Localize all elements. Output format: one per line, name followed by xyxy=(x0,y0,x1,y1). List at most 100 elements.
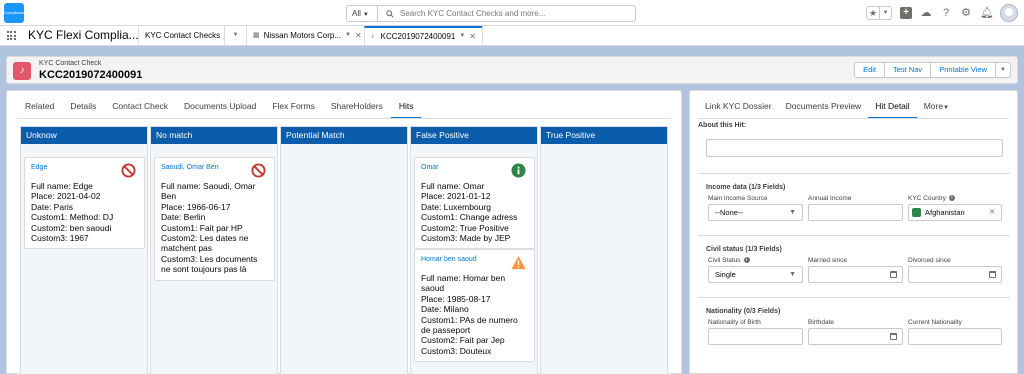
search-icon xyxy=(386,9,394,18)
app-logo[interactable]: Compliance xyxy=(4,3,25,23)
tab-contact-check[interactable]: Contact Check xyxy=(104,98,176,119)
married-since-date[interactable] xyxy=(808,266,903,283)
more-actions-button[interactable]: ▼ xyxy=(995,62,1011,78)
hit-field: Date: Milano xyxy=(421,304,469,315)
column-header: Unknow xyxy=(21,127,147,144)
record-header: ♪ KYC Contact Check KCC2019072400091 Edi… xyxy=(6,56,1018,84)
chevron-down-icon[interactable]: ▼ xyxy=(345,26,351,45)
hit-card[interactable]: Omar Full name: Omar Place: 2021-01-12 D… xyxy=(414,157,535,250)
record-object-label: KYC Contact Check xyxy=(39,60,102,67)
close-icon[interactable]: ✕ xyxy=(355,26,362,45)
hit-name-link[interactable]: Edge xyxy=(31,163,119,172)
building-icon: ▦ xyxy=(253,32,260,39)
favorites-button[interactable]: ★ ▼ xyxy=(866,6,892,20)
divorced-since-date[interactable] xyxy=(908,266,1002,283)
gear-icon[interactable]: ⚙ xyxy=(960,7,972,19)
nav-menu-dropdown[interactable]: ▼ xyxy=(224,26,246,45)
kyc-country-lookup[interactable]: Afghanistan ✕ xyxy=(908,204,1002,221)
section-civil-status: Civil status (1/3 Fields) Civil Status i … xyxy=(698,235,1010,293)
search-input[interactable] xyxy=(400,9,620,18)
hit-field: Place: 2021-01-12 xyxy=(421,191,491,202)
hit-field: Custom2: Les dates ne xyxy=(161,233,249,244)
main-panel: Related Details Contact Check Documents … xyxy=(6,90,682,374)
global-actions-plus-icon[interactable]: + xyxy=(900,7,912,19)
main-income-source-select[interactable]: --None-- ▼ xyxy=(708,204,803,221)
tab-label: KYC Contact Checks xyxy=(145,31,221,40)
tab-label: KCC2019072400091 xyxy=(380,32,456,41)
hit-name-link[interactable]: Omar xyxy=(421,163,509,172)
test-nav-button[interactable]: Test Nav xyxy=(884,62,932,78)
info-icon[interactable]: i xyxy=(743,257,750,264)
tab-more[interactable]: More▼ xyxy=(917,98,956,119)
kanban-column-no-match: No match Saoudi, Omar Ben Full name: Sao… xyxy=(150,126,278,374)
tab-divider xyxy=(17,118,671,119)
global-header: Compliance All▼ ★▼ + ☁ ? ⚙ 🔔︎ xyxy=(0,0,1024,26)
nationality-of-birth-field[interactable] xyxy=(708,328,803,345)
birthdate-date[interactable] xyxy=(808,328,903,345)
hit-card[interactable]: Homar ben saoud Full name: Homar ben sao… xyxy=(414,249,535,363)
kyc-country-label: KYC Country i xyxy=(908,195,955,202)
hit-field: Full name: Homar ben xyxy=(421,273,506,283)
hit-card[interactable]: Edge Full name: Edge Place: 2021-04-02 D… xyxy=(24,157,145,250)
calendar-icon[interactable] xyxy=(890,333,897,340)
close-icon[interactable]: ✕ xyxy=(469,28,476,45)
about-hit-textarea[interactable] xyxy=(706,139,1003,157)
tab-related[interactable]: Related xyxy=(17,98,62,119)
app-launcher[interactable] xyxy=(0,26,22,45)
hit-name-link[interactable]: Homar ben saoud xyxy=(421,255,509,264)
hit-card[interactable]: Saoudi, Omar Ben Full name: Saoudi, Omar… xyxy=(154,157,275,281)
bell-icon[interactable]: 🔔︎ xyxy=(980,7,994,19)
annual-income-field[interactable] xyxy=(808,204,903,221)
civil-status-label-text: Civil Status xyxy=(708,257,741,264)
tab-more-label: More xyxy=(923,101,944,111)
section-title: Nationality (0/3 Fields) xyxy=(706,308,781,315)
tab-kcc2019072400091[interactable]: ♪ KCC2019072400091 ▼ ✕ xyxy=(364,26,482,45)
column-header: True Positive xyxy=(541,127,667,144)
info-icon[interactable]: i xyxy=(948,195,955,202)
hit-field: Place: 2021-04-02 xyxy=(31,191,101,202)
nav-tab-kyc-contact-checks[interactable]: KYC Contact Checks xyxy=(138,26,224,45)
hit-field: Custom1: Method: DJ xyxy=(31,212,114,223)
tab-shareholders[interactable]: ShareHolders xyxy=(323,98,391,119)
chevron-down-icon[interactable]: ▼ xyxy=(459,28,465,45)
hit-field: Custom2: ben saoudi xyxy=(31,222,112,233)
clear-icon[interactable]: ✕ xyxy=(989,205,995,220)
trailhead-cloud-icon[interactable]: ☁ xyxy=(920,7,932,19)
civil-status-select[interactable]: Single ▼ xyxy=(708,266,803,283)
printable-view-button[interactable]: Printable View xyxy=(930,62,996,78)
about-hit-label: About this Hit: xyxy=(698,122,747,129)
current-nationality-field[interactable] xyxy=(908,328,1002,345)
tab-flex-forms[interactable]: Flex Forms xyxy=(264,98,323,119)
guitar-icon: ♪ xyxy=(13,62,31,80)
nationality-of-birth-label: Nationality of Birth xyxy=(708,319,761,326)
chevron-down-icon: ▼ xyxy=(789,271,796,278)
chevron-down-icon: ▼ xyxy=(1000,67,1006,73)
page-title: KCC2019072400091 xyxy=(39,69,143,81)
tab-link-kyc-dossier[interactable]: Link KYC Dossier xyxy=(698,98,779,119)
avatar[interactable] xyxy=(1000,4,1018,22)
chevron-down-icon: ▼ xyxy=(789,209,796,216)
tab-documents-upload[interactable]: Documents Upload xyxy=(176,98,264,119)
select-value: --None-- xyxy=(715,208,743,217)
tab-nissan-motors[interactable]: ▦ Nissan Motors Corp... ▼ ✕ xyxy=(246,26,364,45)
search-box[interactable] xyxy=(378,5,636,22)
tab-documents-preview[interactable]: Documents Preview xyxy=(779,98,869,119)
tab-hit-detail[interactable]: Hit Detail xyxy=(868,98,917,119)
kanban-column-unknow: Unknow Edge Full name: Edge Place: 2021-… xyxy=(20,126,148,374)
hit-field: Full name: Saoudi, Omar xyxy=(161,181,256,191)
calendar-icon[interactable] xyxy=(989,271,996,278)
hit-field: matchent pas xyxy=(161,243,213,254)
star-icon[interactable]: ★ xyxy=(867,7,879,19)
chevron-down-icon[interactable]: ▼ xyxy=(879,7,891,19)
tab-divider xyxy=(698,118,1009,119)
help-icon[interactable]: ? xyxy=(940,7,952,19)
hit-field: Custom1: PAs de numero xyxy=(421,314,518,325)
tab-hits[interactable]: Hits xyxy=(390,98,422,119)
hits-kanban-board: Unknow Edge Full name: Edge Place: 2021-… xyxy=(20,126,668,374)
search-scope-dropdown[interactable]: All ▼ xyxy=(346,5,378,22)
edit-button[interactable]: Edit xyxy=(854,62,885,78)
calendar-icon[interactable] xyxy=(890,271,897,278)
hit-name-link[interactable]: Saoudi, Omar Ben xyxy=(161,163,249,172)
birthdate-label: Birthdate xyxy=(808,319,835,326)
tab-details[interactable]: Details xyxy=(62,98,104,119)
